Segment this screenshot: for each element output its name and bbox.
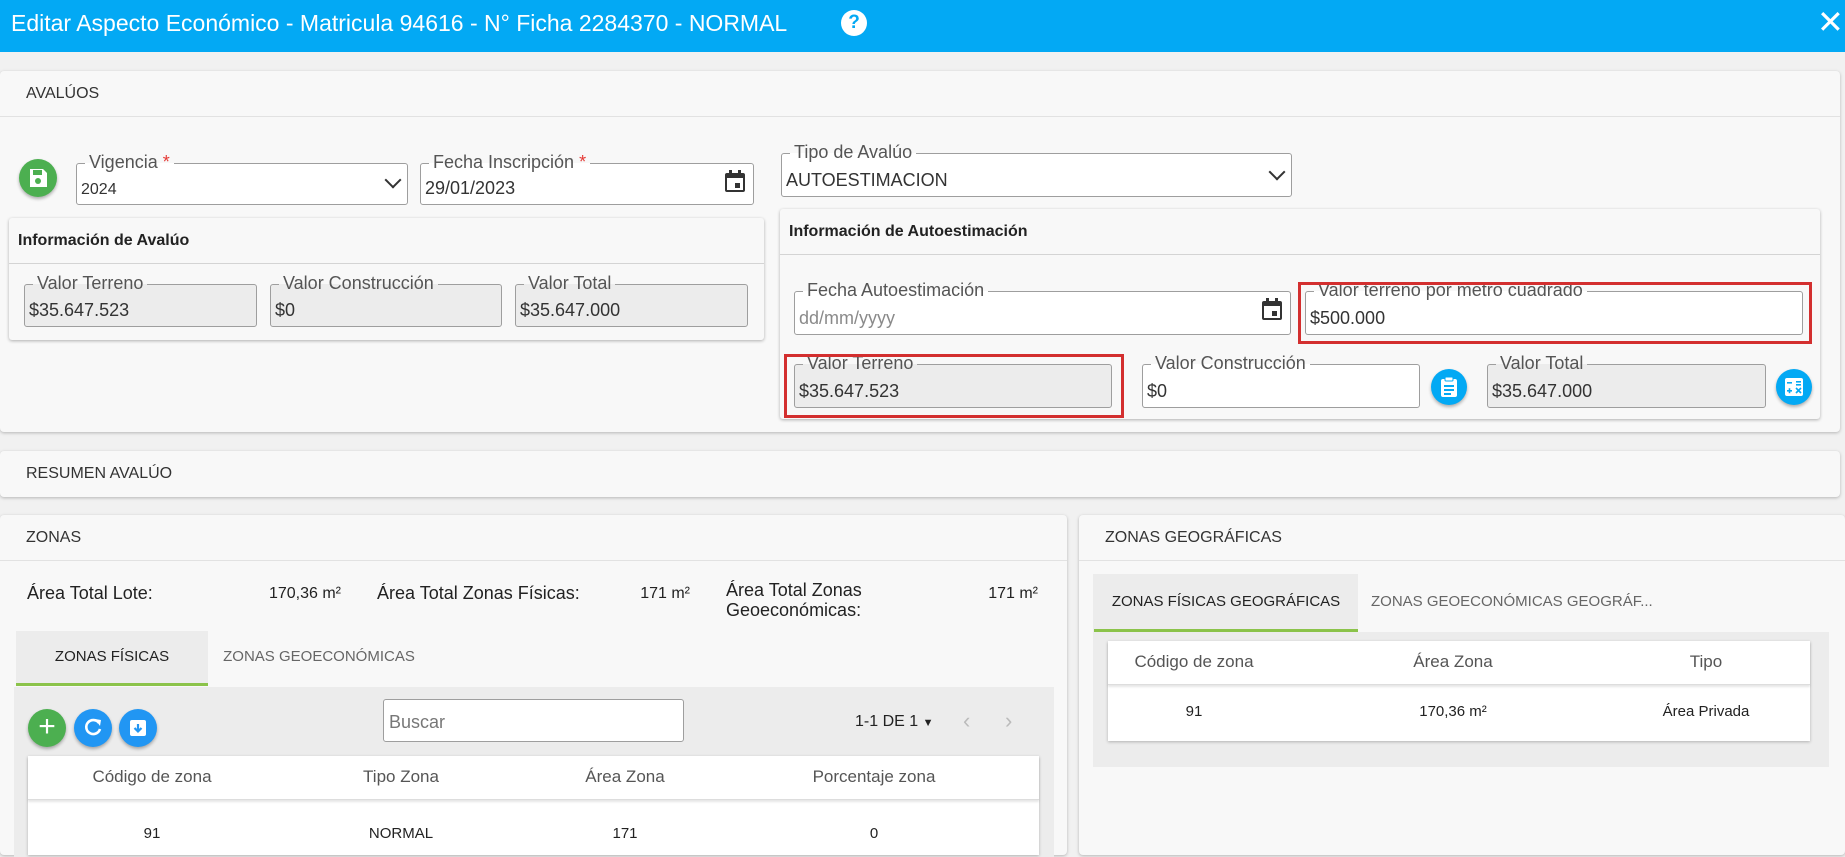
zonas-geograficas-header: ZONAS GEOGRÁFICAS [1079,515,1845,561]
vigencia-value: 2024 [81,181,117,198]
search-placeholder: Buscar [389,712,446,732]
auto-valor-construccion-field[interactable]: Valor Construcción $0 [1142,353,1420,408]
highlight-valor-terreno [784,354,1124,418]
caret-down-icon: ▼ [922,717,934,729]
zonas-table: Código de zona Tipo Zona Área Zona Porce… [28,756,1039,855]
fecha-autoestimacion-field[interactable]: Fecha Autoestimación dd/mm/yyyy [794,280,1291,335]
tab-zonas-geoeconomicas-geograficas[interactable]: ZONAS GEOECONÓMICAS GEOGRÁF... [1358,574,1668,632]
col-codigo: Código de zona [92,767,212,786]
area-fisicas-label: Área Total Zonas Físicas: [377,583,580,603]
col-tipo-zona: Tipo Zona [363,767,439,786]
info-avaluo-card: Información de Avalúo Valor Terreno $35.… [9,218,764,340]
close-icon[interactable]: ✕ [1817,4,1844,40]
valor-terreno-label: Valor Terreno [33,273,148,293]
table-row[interactable]: 91 NORMAL 171 0 [28,801,1039,855]
info-autoestimacion-title: Información de Autoestimación [780,209,1820,255]
refresh-button[interactable] [74,709,112,747]
clipboard-icon [1441,376,1457,397]
download-button[interactable] [119,709,157,747]
auto-valor-total-field: Valor Total $35.647.000 [1487,353,1766,408]
zonas-table-header: Código de zona Tipo Zona Área Zona Porce… [28,756,1039,800]
dialog-title: Editar Aspecto Económico - Matricula 946… [11,10,788,36]
zonas-geograficas-panel: ZONAS GEOGRÁFICAS ZONAS FÍSICAS GEOGRÁFI… [1079,515,1845,855]
resumen-avaluo-header: RESUMEN AVALÚO [26,465,173,482]
info-avaluo-title: Información de Avalúo [9,218,764,264]
tipo-avaluo-label: Tipo de Avalúo [790,142,917,162]
avaluos-header: AVALÚOS [0,71,1840,117]
zonas-header: ZONAS [0,515,1067,561]
avaluos-panel: AVALÚOS Vigencia * 2024 Fecha Inscripció… [0,71,1840,432]
pagination-label: 1-1 DE 1 [855,713,919,730]
zonas-geo-table: Código de zona Área Zona Tipo 91 170,36 … [1108,641,1810,741]
vigencia-label: Vigencia * [85,152,174,172]
fecha-autoestimacion-placeholder: dd/mm/yyyy [799,308,896,328]
geo-col-tipo: Tipo [1689,652,1723,671]
calendar-icon[interactable] [725,170,745,192]
floppy-icon [30,169,47,187]
prev-page-icon[interactable]: ‹ [963,708,970,734]
calculator-icon [1785,378,1803,396]
tipo-avaluo-select[interactable]: Tipo de Avalúo AUTOESTIMACION [781,142,1292,197]
col-area-zona: Área Zona [585,767,665,786]
resumen-avaluo-panel[interactable]: RESUMEN AVALÚO [0,451,1840,497]
area-fisicas-value: 171 m² [640,585,690,602]
valor-terreno-field: Valor Terreno $35.647.523 [24,273,257,327]
tab-strip-bg [1668,574,1829,632]
tab-zonas-fisicas-geograficas[interactable]: ZONAS FÍSICAS GEOGRÁFICAS [1094,574,1358,632]
info-autoestimacion-card: Información de Autoestimación Fecha Auto… [780,209,1820,419]
search-input[interactable]: Buscar [383,699,684,742]
area-lote-value: 170,36 m² [268,585,341,602]
cell-codigo: 91 [143,825,161,842]
highlight-valor-m2 [1298,282,1812,344]
archive-download-icon [130,720,146,736]
tab-zonas-fisicas[interactable]: ZONAS FÍSICAS [16,631,208,686]
fecha-inscripcion-field[interactable]: Fecha Inscripción * 29/01/2023 [420,152,754,205]
valor-total-label: Valor Total [524,273,616,293]
tipo-avaluo-value: AUTOESTIMACION [786,170,948,190]
next-page-icon[interactable]: › [1005,708,1012,734]
auto-valor-construccion-label: Valor Construcción [1151,353,1310,373]
save-button[interactable] [19,159,57,197]
geo-cell-area: 170,36 m² [1419,703,1487,720]
valor-total-field: Valor Total $35.647.000 [515,273,748,327]
geo-cell-tipo: Área Privada [1662,703,1750,720]
pagination-select[interactable]: 1-1 DE 1 ▼ [855,713,933,731]
zonas-geo-table-header: Código de zona Área Zona Tipo [1108,641,1810,685]
help-icon[interactable]: ? [841,10,867,36]
geo-col-codigo: Código de zona [1134,652,1254,671]
fecha-inscripcion-label: Fecha Inscripción * [429,152,591,172]
col-porcentaje: Porcentaje zona [812,767,936,786]
valor-construccion-value: $0 [275,300,296,320]
fecha-inscripcion-value: 29/01/2023 [425,178,516,198]
geo-cell-codigo: 91 [1185,703,1203,720]
calendar-icon[interactable] [1262,298,1282,320]
geo-col-area: Área Zona [1413,652,1493,671]
calculator-button[interactable] [1776,369,1812,405]
valor-construccion-label: Valor Construcción [279,273,438,293]
chevron-down-icon [1268,163,1286,181]
valor-total-value: $35.647.000 [520,300,621,320]
valor-construccion-field: Valor Construcción $0 [270,273,502,327]
fecha-autoestimacion-label: Fecha Autoestimación [803,280,989,300]
vigencia-select[interactable]: Vigencia * 2024 [76,152,408,205]
auto-valor-total-label: Valor Total [1496,353,1588,373]
cell-porcentaje: 0 [869,825,879,842]
valor-terreno-value: $35.647.523 [29,300,130,320]
cell-tipo-zona: NORMAL [368,825,434,842]
zonas-panel: ZONAS Área Total Lote: 170,36 m² Área To… [0,515,1067,857]
table-row[interactable]: 91 170,36 m² Área Privada [1108,686,1810,741]
area-geo-label-1: Área Total Zonas [726,580,862,600]
auto-valor-construccion-value: $0 [1147,381,1168,401]
area-geo-label-2: Geoeconómicas: [726,600,862,620]
chevron-down-icon [384,171,402,189]
area-lote-label: Área Total Lote: [27,583,153,603]
refresh-icon [85,718,102,736]
tab-zonas-geoeconomicas[interactable]: ZONAS GEOECONÓMICAS [208,631,430,683]
clipboard-button[interactable] [1431,369,1467,405]
dialog-titlebar: Editar Aspecto Económico - Matricula 946… [0,0,1845,52]
auto-valor-total-value: $35.647.000 [1492,381,1593,401]
add-zona-button[interactable]: + [28,709,66,747]
area-geo-value: 171 m² [988,585,1038,602]
cell-area-zona: 171 [612,825,638,842]
